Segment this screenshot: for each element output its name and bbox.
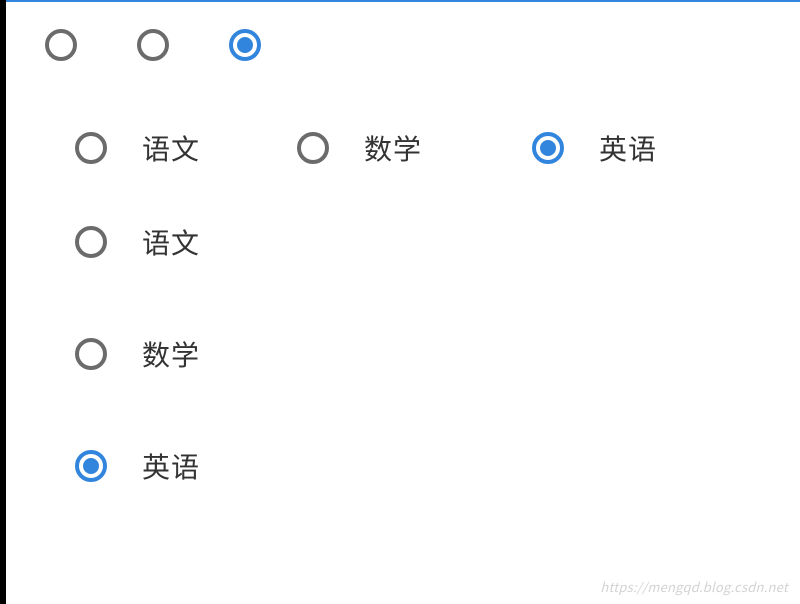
radio-off-icon [72,223,110,261]
radio-v-math[interactable] [72,335,110,373]
radio-off-icon [134,26,172,64]
radio-label-v-chinese: 语文 [142,222,200,262]
radio-h-chinese[interactable] [72,129,110,167]
radio-label-h-chinese: 语文 [142,128,200,168]
radio-on-icon [72,447,110,485]
radio-on-icon [529,129,567,167]
radio-off-icon [72,335,110,373]
radio-v-chinese[interactable] [72,223,110,261]
radio-label-h-math: 数学 [364,128,422,168]
radio-off-icon [72,129,110,167]
radio-on-icon [226,26,264,64]
radio-group-horizontal: 语文 数学 英语 [6,128,800,168]
radio-r1c[interactable] [226,26,264,64]
radio-item-h-english[interactable]: 英语 [529,128,657,168]
radio-label-v-english: 英语 [142,446,200,486]
radio-item-v-english[interactable]: 英语 [72,446,800,486]
content-area: 语文 数学 英语 [6,2,800,604]
radio-h-english[interactable] [529,129,567,167]
radio-off-icon [294,129,332,167]
radio-label-v-math: 数学 [142,334,200,374]
radio-item-h-chinese[interactable]: 语文 [72,128,200,168]
radio-label-h-english: 英语 [599,128,657,168]
radio-v-english[interactable] [72,447,110,485]
radio-r1b[interactable] [134,26,172,64]
radio-r1a[interactable] [42,26,80,64]
radio-item-h-math[interactable]: 数学 [294,128,422,168]
radio-group-vertical: 语文 数学 英语 [6,222,800,486]
radio-group-row1 [6,26,800,64]
watermark: https://mengqd.blog.csdn.net [600,577,788,596]
radio-off-icon [42,26,80,64]
radio-item-v-chinese[interactable]: 语文 [72,222,800,262]
radio-item-v-math[interactable]: 数学 [72,334,800,374]
radio-h-math[interactable] [294,129,332,167]
